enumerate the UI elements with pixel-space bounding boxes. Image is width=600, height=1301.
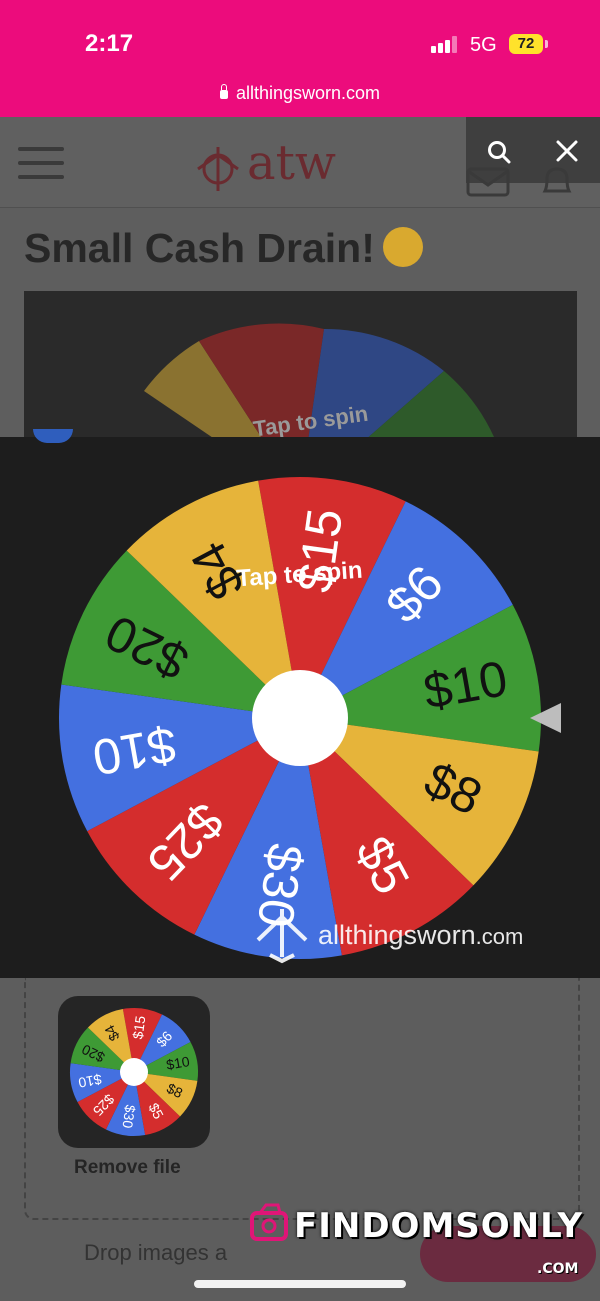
url-text: allthingsworn.com xyxy=(235,83,381,103)
background-wheel-svg: Tap to spin xyxy=(144,323,494,437)
bell-icon[interactable] xyxy=(537,163,577,199)
upload-area: $15 $6 $10 $8 $5 $30 $25 $10 $20 $4 Remove file D… xyxy=(0,978,600,1301)
address-bar[interactable]: allthingsworn.com xyxy=(0,83,600,104)
thumb-wheel-segment-label: $15 xyxy=(129,1015,148,1041)
background-wheel-preview: Tap to spin xyxy=(24,291,577,437)
drop-images-text: Drop images a xyxy=(84,1240,228,1265)
wheel-modal: $15 $6 $10 $8 $5 $30 $25 $10 $20 $4 Tap to spin all… xyxy=(0,429,600,978)
home-indicator xyxy=(194,1280,406,1288)
thumb-wheel-segment-label: $30 xyxy=(119,1104,138,1130)
site-header: atw xyxy=(0,117,600,208)
close-icon[interactable] xyxy=(555,139,579,163)
status-bar: 2:17 5G 72 allthingsworn.com xyxy=(0,0,600,117)
menu-icon[interactable] xyxy=(18,147,64,189)
lock-icon xyxy=(219,84,228,99)
mail-icon[interactable] xyxy=(466,167,510,197)
kiss-emoji-icon xyxy=(382,227,423,268)
findomsonly-watermark: FINDOMSONLY xyxy=(294,1206,584,1246)
site-background: atw Small Cash Drain! Tap to spin xyxy=(0,117,600,437)
remove-file-link[interactable]: Remove file xyxy=(74,1157,181,1179)
page-title: Small Cash Drain! xyxy=(24,225,423,272)
findomsonly-domain: .COM xyxy=(537,1261,579,1277)
logo-text: atw xyxy=(247,135,336,191)
uploaded-thumbnail[interactable]: $15 $6 $10 $8 $5 $30 $25 $10 $20 $4 xyxy=(58,996,210,1148)
thumb-wheel-hub[interactable] xyxy=(120,1058,148,1086)
allthingsworn-watermark: allthingsworn.com xyxy=(318,920,523,950)
search-icon[interactable] xyxy=(486,139,512,165)
spin-wheel[interactable]: $15 $6$10$8$5$30$25$10$20$4Tap to spinall… xyxy=(0,437,600,978)
battery-icon: 72 xyxy=(509,34,543,54)
findomsonly-logo-icon xyxy=(250,1203,288,1241)
page-title-text: Small Cash Drain! xyxy=(24,225,375,271)
clock: 2:17 xyxy=(85,30,134,57)
site-logo[interactable]: atw xyxy=(195,135,336,191)
wheel-hub[interactable] xyxy=(252,670,348,766)
signal-icon xyxy=(431,36,457,53)
thumbnail-wheel: $15 $6$10$8$5$30$25$10$20$4 xyxy=(70,1008,198,1136)
battery-nub xyxy=(545,40,548,48)
network-type: 5G xyxy=(470,34,497,56)
